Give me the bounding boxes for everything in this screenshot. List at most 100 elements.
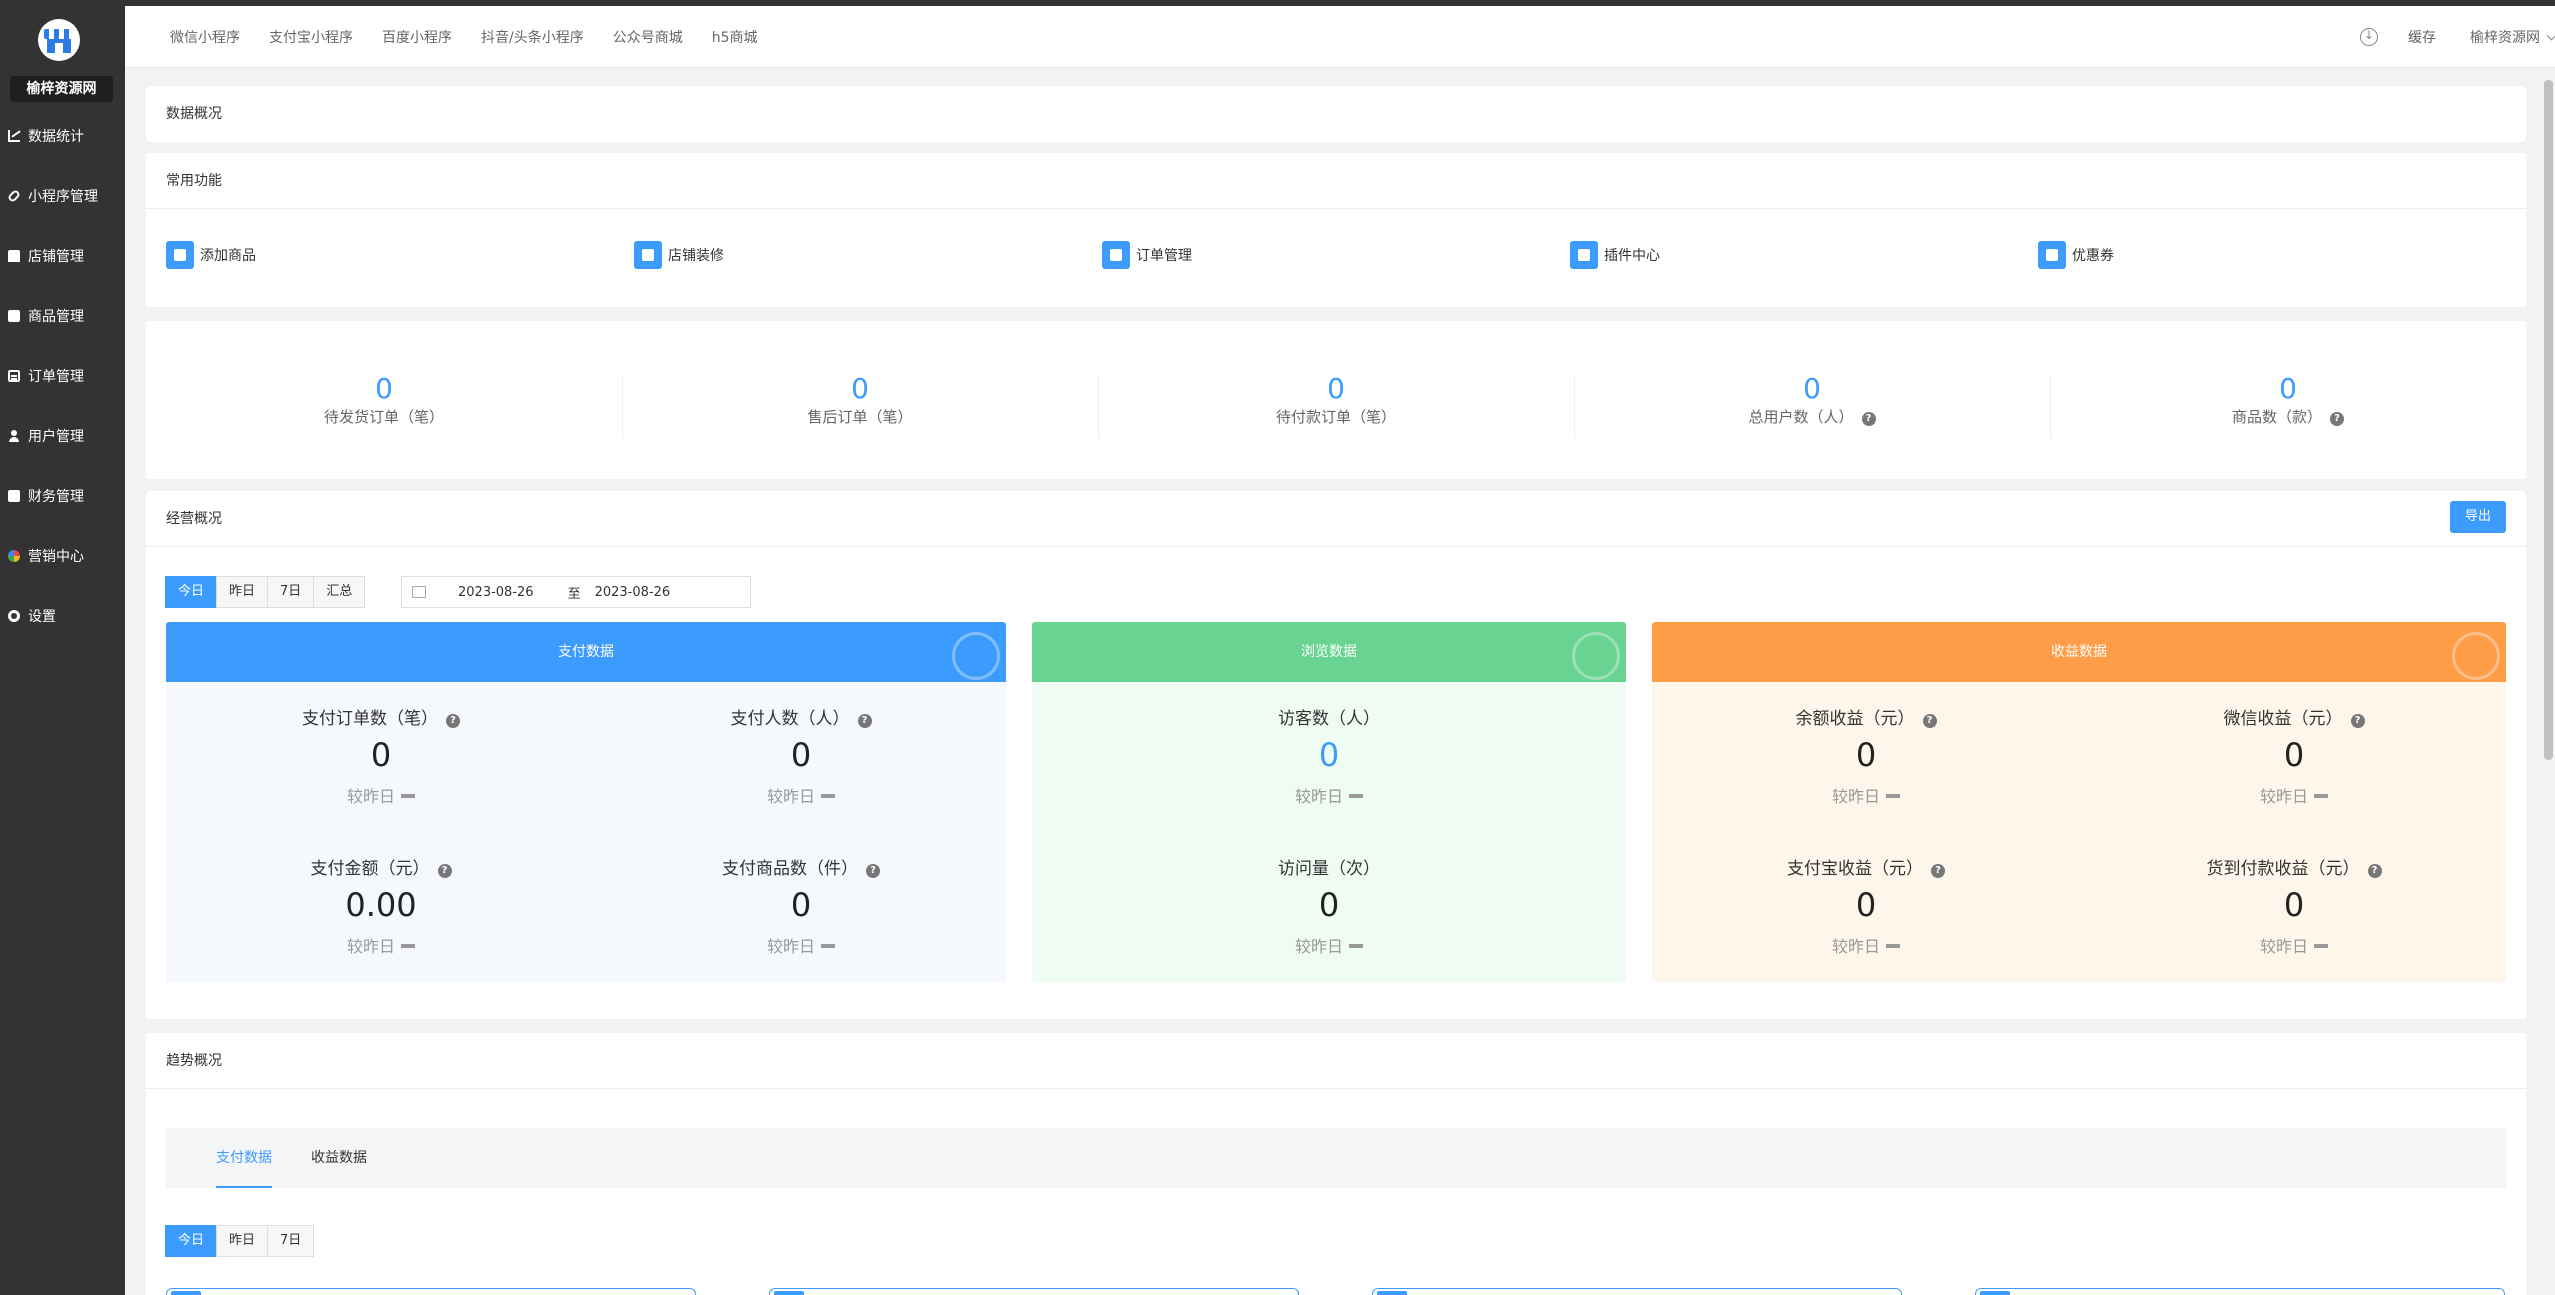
help-icon[interactable]: ? [1861, 411, 1876, 426]
metric-value: 0 [370, 736, 392, 774]
sidebar-item-label: 小程序管理 [28, 189, 98, 205]
sidebar: 榆梓资源网 数据统计 小程序管理 店铺管理 商品管理 订单管理 用户管理 财务管… [0, 6, 125, 1295]
help-icon[interactable]: ? [437, 864, 452, 878]
metric-value: 0 [790, 886, 812, 924]
user-icon [8, 430, 20, 442]
users-watermark-icon [1572, 632, 1620, 680]
date-from[interactable]: 2023-08-26 [458, 585, 534, 600]
sidebar-item-orders[interactable]: 订单管理 [0, 346, 125, 406]
metric-value: 0 [1855, 736, 1877, 774]
metric-compare: 较昨日 [2144, 783, 2444, 807]
sidebar-item-goods[interactable]: 商品管理 [0, 286, 125, 346]
tab-income-data[interactable]: 收益数据 [311, 1128, 367, 1188]
help-icon[interactable]: ? [2330, 411, 2344, 426]
sidebar-item-label: 订单管理 [28, 369, 84, 385]
trend-range-group: 今日 昨日 7日 [165, 1225, 315, 1257]
sidebar-item-settings[interactable]: 设置 [0, 586, 125, 646]
order-manage-button[interactable]: 订单管理 [1102, 241, 1570, 269]
stat-pending-shipment[interactable]: 0 待发货订单（笔） [146, 373, 622, 427]
page-scrollbar[interactable] [2544, 80, 2553, 760]
store-decor-button[interactable]: 店铺装修 [634, 241, 1102, 269]
dash-icon [821, 794, 835, 798]
dash-icon [401, 794, 415, 798]
metric-value: 0 [790, 736, 812, 774]
download-icon[interactable] [2360, 28, 2378, 46]
stat-pending-payment[interactable]: 0 待付款订单（笔） [1098, 371, 1574, 438]
help-icon[interactable]: ? [866, 864, 880, 878]
export-button[interactable]: 导出 [2450, 501, 2506, 533]
range-7day-button[interactable]: 7日 [267, 576, 315, 608]
cache-button[interactable]: 缓存 [2408, 27, 2436, 47]
finance-icon [8, 490, 20, 502]
metric-label-text: 微信收益（元） [2223, 709, 2343, 729]
tab-official-account[interactable]: 公众号商城 [613, 27, 683, 47]
coupon-button[interactable]: 优惠券 [2038, 241, 2506, 269]
income-data-body: 余额收益（元）? 0 较昨日 微信收益（元）? 0 较昨日 支付宝收益（元）? … [1652, 682, 2506, 982]
metric-compare: 较昨日 [651, 783, 951, 807]
moneybag-watermark-icon [2452, 632, 2500, 680]
range-today-button[interactable]: 今日 [165, 576, 218, 608]
range-summary-button[interactable]: 汇总 [313, 576, 366, 608]
store-icon [8, 250, 20, 262]
marketing-icon [8, 550, 20, 562]
metric-page-views: 访问量（次） 0 较昨日 [1179, 854, 1479, 957]
tab-baidu[interactable]: 百度小程序 [382, 27, 452, 47]
sidebar-item-data-stats[interactable]: 数据统计 [0, 106, 125, 166]
trend-today-button[interactable]: 今日 [165, 1225, 218, 1257]
date-to[interactable]: 2023-08-26 [595, 585, 671, 600]
date-range-picker[interactable]: 2023-08-26 至 2023-08-26 [401, 576, 751, 608]
tab-h5[interactable]: h5商城 [712, 27, 758, 47]
help-icon[interactable]: ? [446, 714, 460, 728]
calendar-icon [412, 586, 426, 598]
add-goods-button[interactable]: 添加商品 [166, 241, 634, 269]
date-separator: 至 [567, 586, 581, 602]
sidebar-item-users[interactable]: 用户管理 [0, 406, 125, 466]
help-icon[interactable]: ? [857, 714, 872, 728]
pay-data-header: 支付数据 [166, 622, 1006, 682]
help-icon[interactable]: ? [1922, 714, 1937, 728]
stat-label-text: 总用户数（人） [1748, 407, 1854, 426]
compare-label: 较昨日 [2259, 787, 2308, 806]
shop-logo-icon [38, 19, 80, 61]
logo[interactable]: 榆梓资源网 [0, 6, 125, 106]
stat-goods-count[interactable]: 0 商品数（款）? [2050, 373, 2526, 438]
tab-wechat[interactable]: 微信小程序 [170, 27, 240, 47]
metric-pay-amount: 支付金额（元）? 0.00 较昨日 [231, 854, 531, 957]
help-icon[interactable]: ? [2350, 714, 2365, 728]
user-menu[interactable]: 榆梓资源网 [2470, 27, 2540, 47]
help-icon[interactable]: ? [2367, 864, 2382, 878]
range-yesterday-button[interactable]: 昨日 [216, 576, 269, 608]
metric-label: 支付订单数（笔）? [231, 704, 531, 729]
sidebar-item-label: 店铺管理 [28, 249, 84, 265]
compare-label: 较昨日 [2259, 937, 2308, 956]
stat-after-sale[interactable]: 0 售后订单（笔） [622, 373, 1098, 438]
chevron-down-icon[interactable] [2546, 30, 2555, 40]
metric-label-text: 支付人数（人） [730, 709, 850, 729]
sidebar-item-marketing[interactable]: 营销中心 [0, 526, 125, 586]
trend-yesterday-button[interactable]: 昨日 [216, 1225, 269, 1257]
sidebar-item-store[interactable]: 店铺管理 [0, 226, 125, 286]
metric-label-text: 支付金额（元） [310, 859, 430, 879]
tab-alipay[interactable]: 支付宝小程序 [269, 27, 353, 47]
plugin-center-button[interactable]: 插件中心 [1570, 241, 2038, 269]
sidebar-item-finance[interactable]: 财务管理 [0, 466, 125, 526]
func-label: 优惠券 [2072, 248, 2114, 264]
sidebar-item-miniapp[interactable]: 小程序管理 [0, 166, 125, 226]
stat-value: 0 [1327, 371, 1345, 405]
dash-icon [821, 944, 835, 948]
compare-label: 较昨日 [1831, 937, 1880, 956]
sidebar-item-label: 用户管理 [28, 429, 84, 445]
tab-pay-data[interactable]: 支付数据 [216, 1128, 272, 1188]
trend-7day-button[interactable]: 7日 [267, 1225, 315, 1257]
trend-mini-card [1975, 1288, 2505, 1295]
add-goods-icon [166, 241, 194, 269]
goods-icon [8, 310, 20, 322]
pay-data-panel: 支付数据 支付订单数（笔）? 0 较昨日 支付人数（人）? 0 较昨日 支付金额… [166, 622, 1006, 982]
trend-mini-card [769, 1288, 1299, 1295]
stat-total-users[interactable]: 0 总用户数（人）? [1574, 373, 2050, 438]
home-icon [634, 241, 662, 269]
sidebar-nav: 数据统计 小程序管理 店铺管理 商品管理 订单管理 用户管理 财务管理 营销中心… [0, 106, 125, 646]
help-icon[interactable]: ? [1931, 864, 1945, 878]
tab-douyin[interactable]: 抖音/头条小程序 [481, 27, 584, 47]
brand-name: 榆梓资源网 [10, 76, 113, 102]
